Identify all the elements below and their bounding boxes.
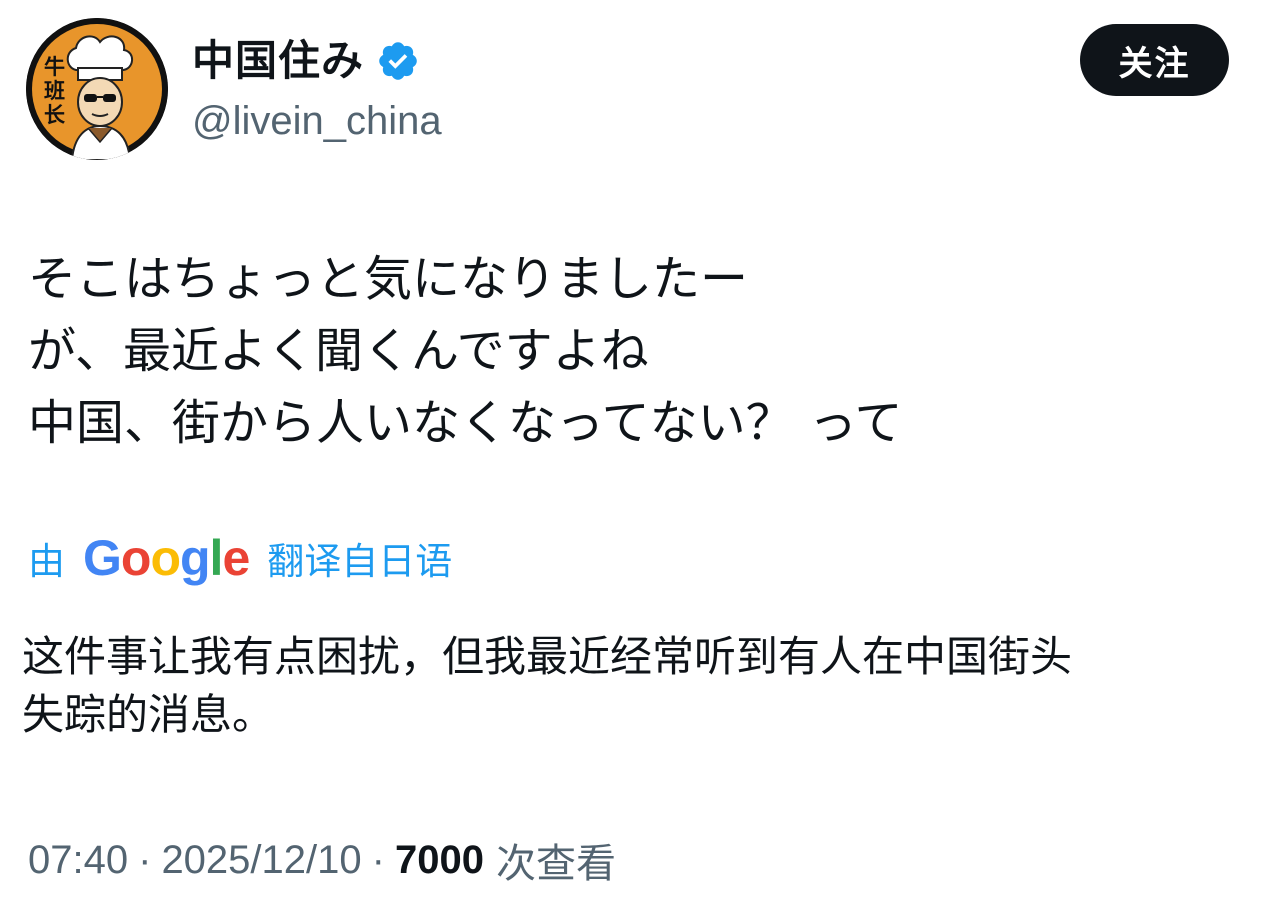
author-handle[interactable]: @livein_china — [192, 96, 442, 146]
display-name[interactable]: 中国住み — [192, 34, 364, 88]
meta-separator: · — [138, 837, 152, 882]
translation-suffix: 翻译自日语 — [267, 540, 453, 583]
meta-separator: · — [371, 837, 385, 882]
avatar-chef-illustration: 牛班长 — [26, 18, 168, 160]
translation-line: 这件事让我有点困扰，但我最近经常听到有人在中国街头 — [22, 632, 1073, 681]
views-label: 次查看 — [495, 841, 616, 887]
translation-notice[interactable]: 由 Google 翻译自日语 — [28, 528, 452, 588]
tweet-text-translation: 这件事让我有点困扰，但我最近经常听到有人在中国街头 失踪的消息。 — [22, 628, 1252, 744]
tweet-line: が、最近よく聞くんですよね — [28, 323, 649, 379]
tweet-time[interactable]: 07:40 — [28, 838, 128, 883]
author-identity[interactable]: 中国住み @livein_china — [192, 34, 442, 146]
tweet-meta: 07:40 · 2025/12/10 · 7000 次查看 — [28, 830, 616, 890]
views-count[interactable]: 7000 — [395, 838, 484, 883]
translation-line: 失踪的消息。 — [22, 690, 275, 739]
follow-button[interactable]: 关注 — [1080, 24, 1229, 96]
translation-prefix: 由 — [28, 540, 65, 583]
tweet-line: そこはちょっと気になりましたー — [28, 251, 749, 307]
avatar-text-glyph: 牛 — [44, 55, 65, 79]
name-row: 中国住み — [192, 34, 442, 88]
avatar-text-glyph: 长 — [44, 103, 66, 127]
tweet-date[interactable]: 2025/12/10 — [161, 838, 361, 883]
tweet-header: 牛班长 中国住み @livein_china 关注 — [0, 0, 1280, 180]
tweet-text-original: そこはちょっと気になりましたー が、最近よく聞くんですよね 中国、街から人いなく… — [28, 243, 1248, 459]
avatar[interactable]: 牛班长 — [26, 18, 168, 160]
verified-badge-icon[interactable] — [376, 39, 420, 83]
avatar-text-glyph: 班 — [44, 79, 65, 103]
google-logo: Google — [83, 530, 250, 586]
tweet-line: 中国、街から人いなくなってない？ って — [28, 395, 903, 451]
